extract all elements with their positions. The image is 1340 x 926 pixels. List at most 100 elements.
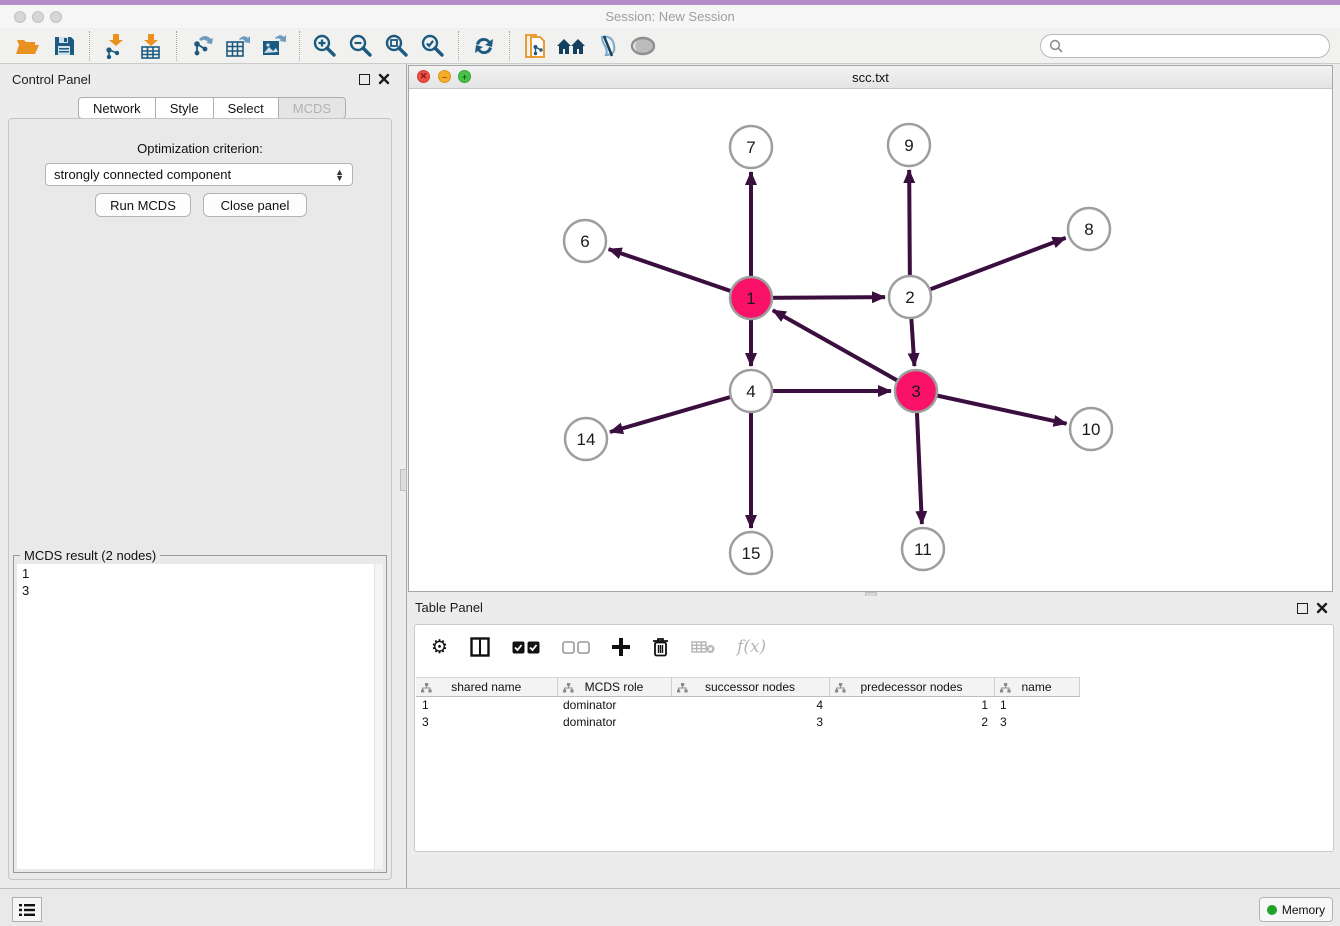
mcds-tab-content: Optimization criterion: strongly connect… bbox=[8, 118, 392, 880]
search-icon bbox=[1049, 39, 1063, 53]
graph-node-2[interactable]: 2 bbox=[889, 276, 931, 318]
graph-node-7[interactable]: 7 bbox=[730, 126, 772, 168]
save-session-icon[interactable] bbox=[46, 31, 82, 61]
network-view-window: ✕ – + scc.txt 7 9 6 8 1 2 4 3 14 10 15 11 bbox=[408, 65, 1333, 592]
node-label: 15 bbox=[742, 544, 761, 563]
splitter-handle[interactable] bbox=[400, 469, 407, 491]
control-panel-title: Control Panel bbox=[12, 72, 91, 87]
task-history-button[interactable] bbox=[12, 897, 42, 922]
control-panel: Control Panel Network Style Select MCDS … bbox=[0, 64, 400, 888]
graph-node-14[interactable]: 14 bbox=[565, 418, 607, 460]
node-label: 7 bbox=[746, 138, 755, 157]
table-row[interactable]: 3dominator323 bbox=[416, 714, 1079, 731]
graph-node-3[interactable]: 3 bbox=[895, 370, 937, 412]
mcds-result-group: MCDS result (2 nodes) 1 3 bbox=[13, 555, 387, 873]
table-cell[interactable]: 1 bbox=[829, 697, 994, 714]
main-titlebar[interactable]: Session: New Session bbox=[0, 5, 1340, 28]
chevron-up-down-icon: ▲▼ bbox=[335, 169, 344, 181]
table-cell[interactable]: 2 bbox=[829, 714, 994, 731]
show-all-icon[interactable] bbox=[625, 31, 661, 61]
float-panel-icon[interactable] bbox=[359, 74, 370, 85]
zoom-out-icon[interactable] bbox=[343, 31, 379, 61]
edge-2-8[interactable] bbox=[910, 238, 1066, 297]
tab-network[interactable]: Network bbox=[78, 97, 156, 119]
table-cell[interactable]: dominator bbox=[557, 697, 671, 714]
graph-node-1[interactable]: 1 bbox=[730, 277, 772, 319]
select-all-checkboxes-icon[interactable] bbox=[512, 641, 540, 654]
table-cell[interactable]: 1 bbox=[416, 697, 557, 714]
zoom-in-icon[interactable] bbox=[307, 31, 343, 61]
node-label: 9 bbox=[904, 136, 913, 155]
table-cell[interactable]: 3 bbox=[671, 714, 829, 731]
toolbar-separator bbox=[89, 31, 90, 61]
tab-style[interactable]: Style bbox=[156, 97, 214, 119]
tab-mcds[interactable]: MCDS bbox=[279, 97, 346, 119]
import-table-icon[interactable] bbox=[133, 31, 169, 61]
vertical-splitter[interactable] bbox=[400, 64, 407, 888]
float-table-panel-icon[interactable] bbox=[1297, 603, 1308, 614]
node-label: 10 bbox=[1082, 420, 1101, 439]
close-panel-button[interactable]: Close panel bbox=[203, 193, 307, 217]
open-file-icon[interactable] bbox=[10, 31, 46, 61]
edge-3-10[interactable] bbox=[916, 391, 1067, 424]
import-network-icon[interactable] bbox=[97, 31, 133, 61]
network-canvas[interactable]: 7 9 6 8 1 2 4 3 14 10 15 11 bbox=[409, 89, 1332, 591]
add-column-icon[interactable] bbox=[612, 638, 630, 656]
run-mcds-button[interactable]: Run MCDS bbox=[95, 193, 191, 217]
show-column-icon[interactable] bbox=[470, 637, 490, 657]
network-window-title: scc.txt bbox=[409, 70, 1332, 85]
status-bar: Memory bbox=[0, 888, 1340, 926]
edge-3-1[interactable] bbox=[773, 310, 916, 391]
export-network-icon[interactable] bbox=[184, 31, 220, 61]
mcds-result-text[interactable]: 1 3 bbox=[17, 564, 383, 869]
refresh-icon[interactable] bbox=[466, 31, 502, 61]
first-neighbors-icon[interactable] bbox=[553, 31, 589, 61]
table-cell[interactable]: 4 bbox=[671, 697, 829, 714]
export-table-icon[interactable] bbox=[220, 31, 256, 61]
node-label: 2 bbox=[905, 288, 914, 307]
hide-selected-icon[interactable] bbox=[589, 31, 625, 61]
delete-table-icon[interactable] bbox=[691, 640, 715, 654]
table-settings-gear-icon[interactable]: ⚙ bbox=[431, 638, 448, 657]
graph-node-11[interactable]: 11 bbox=[902, 528, 944, 570]
close-table-panel-icon[interactable] bbox=[1316, 602, 1328, 614]
graph-node-6[interactable]: 6 bbox=[564, 220, 606, 262]
network-window-titlebar[interactable]: ✕ – + scc.txt bbox=[409, 66, 1332, 89]
criterion-select[interactable]: strongly connected component ▲▼ bbox=[45, 163, 353, 186]
edge-1-6[interactable] bbox=[609, 249, 751, 298]
memory-button[interactable]: Memory bbox=[1259, 897, 1333, 922]
column-header-MCDS-role[interactable]: MCDS role bbox=[557, 678, 671, 697]
zoom-fit-icon[interactable] bbox=[379, 31, 415, 61]
table-row[interactable]: 1dominator411 bbox=[416, 697, 1079, 714]
node-table[interactable]: shared nameMCDS rolesuccessor nodesprede… bbox=[416, 677, 1080, 731]
node-label: 6 bbox=[580, 232, 589, 251]
node-label: 11 bbox=[914, 540, 932, 559]
deselect-all-checkboxes-icon[interactable] bbox=[562, 641, 590, 654]
memory-label: Memory bbox=[1282, 903, 1325, 917]
column-header-shared-name[interactable]: shared name bbox=[416, 678, 557, 697]
table-cell[interactable]: 3 bbox=[994, 714, 1079, 731]
zoom-selected-icon[interactable] bbox=[415, 31, 451, 61]
column-header-predecessor-nodes[interactable]: predecessor nodes bbox=[829, 678, 994, 697]
column-header-name[interactable]: name bbox=[994, 678, 1079, 697]
table-toolbar: ⚙ f(x) bbox=[415, 625, 1333, 669]
close-panel-icon[interactable] bbox=[378, 73, 390, 85]
graph-node-15[interactable]: 15 bbox=[730, 532, 772, 574]
column-header-successor-nodes[interactable]: successor nodes bbox=[671, 678, 829, 697]
graph-node-8[interactable]: 8 bbox=[1068, 208, 1110, 250]
graph-node-10[interactable]: 10 bbox=[1070, 408, 1112, 450]
clone-network-icon[interactable] bbox=[517, 31, 553, 61]
table-cell[interactable]: dominator bbox=[557, 714, 671, 731]
graph-node-4[interactable]: 4 bbox=[730, 370, 772, 412]
search-input[interactable] bbox=[1040, 34, 1330, 58]
node-label: 4 bbox=[746, 382, 755, 401]
mcds-result-scrollbar[interactable] bbox=[374, 564, 383, 869]
tab-select[interactable]: Select bbox=[214, 97, 279, 119]
control-panel-tabs: Network Style Select MCDS bbox=[78, 97, 346, 119]
table-cell[interactable]: 3 bbox=[416, 714, 557, 731]
delete-column-icon[interactable] bbox=[652, 637, 669, 657]
export-image-icon[interactable] bbox=[256, 31, 292, 61]
graph-node-9[interactable]: 9 bbox=[888, 124, 930, 166]
function-builder-icon[interactable]: f(x) bbox=[737, 637, 766, 657]
table-cell[interactable]: 1 bbox=[994, 697, 1079, 714]
